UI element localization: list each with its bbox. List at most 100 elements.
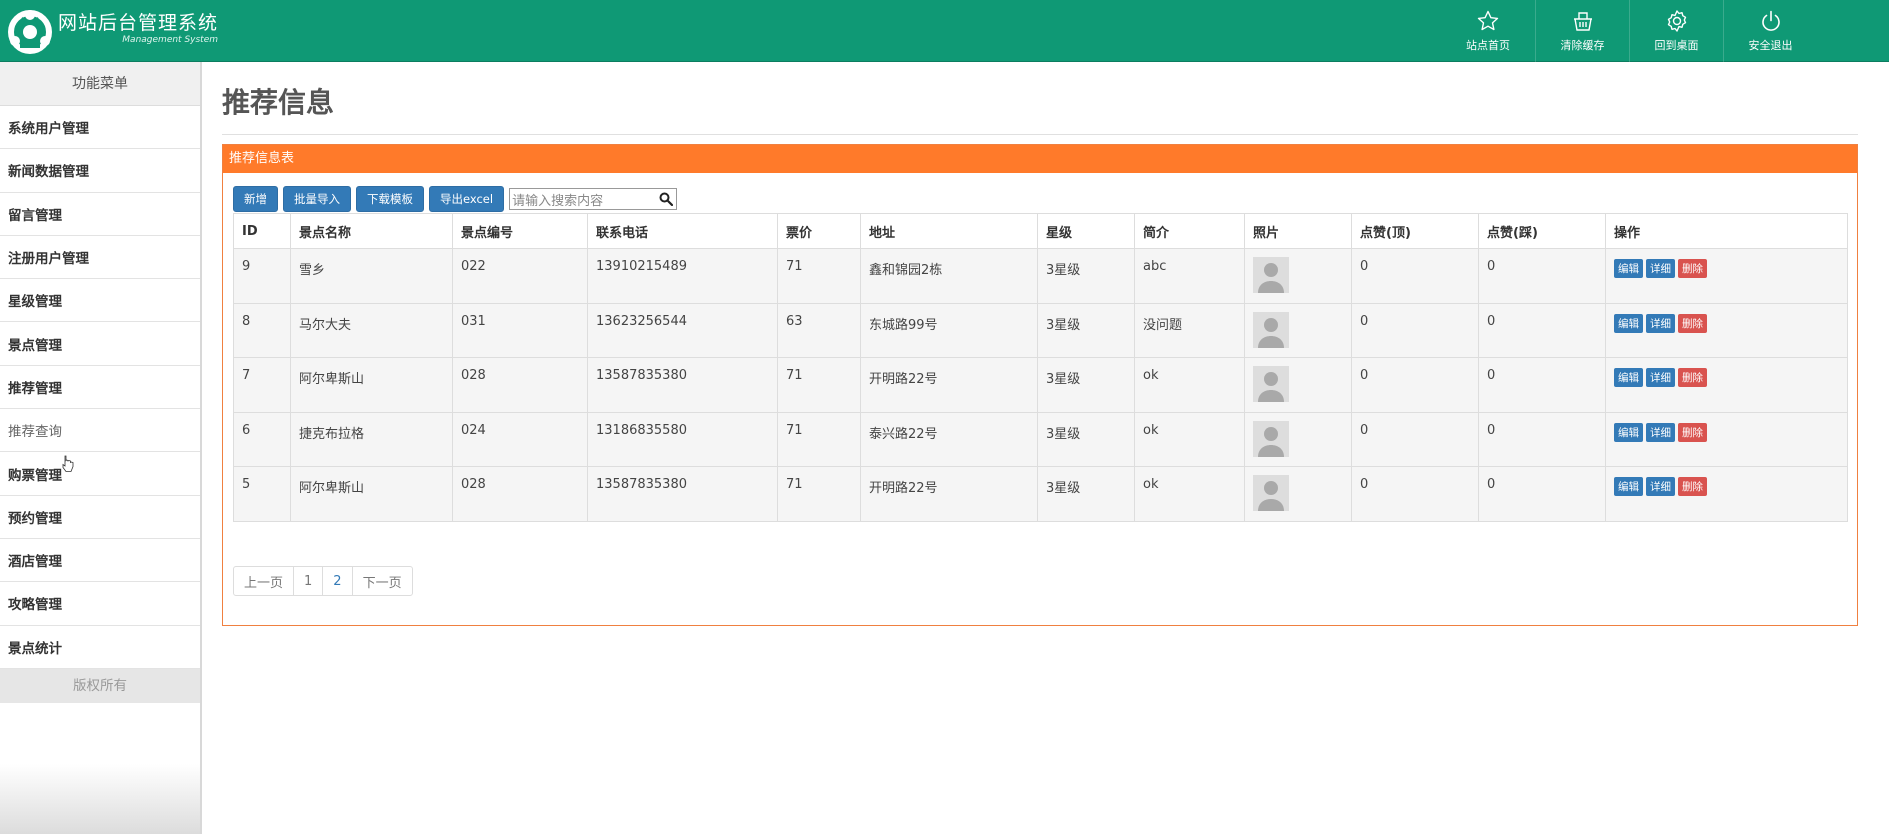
detail-button[interactable]: 详细: [1646, 259, 1675, 278]
cell-actions: 编辑 详细 删除: [1605, 411, 1848, 467]
detail-button[interactable]: 详细: [1646, 477, 1675, 496]
cell-photo: [1244, 248, 1352, 304]
cell-code: 028: [452, 357, 588, 413]
delete-button[interactable]: 删除: [1678, 368, 1707, 387]
cell-intro: ok: [1134, 466, 1245, 522]
cell-dislikes: 0: [1478, 302, 1606, 358]
sidebar-item-guides[interactable]: 攻略管理: [0, 582, 200, 626]
column-header[interactable]: 点赞(顶): [1351, 213, 1479, 249]
logout-button[interactable]: 安全退出: [1723, 0, 1817, 62]
column-header[interactable]: 票价: [777, 213, 861, 249]
export-excel-button[interactable]: 导出excel: [429, 186, 505, 212]
cell-phone: 13910215489: [587, 248, 778, 304]
cell-name: 阿尔卑斯山: [290, 357, 453, 413]
back-to-desktop-label: 回到桌面: [1654, 39, 1699, 52]
sidebar-item-reservations[interactable]: 预约管理: [0, 496, 200, 539]
site-home-label: 站点首页: [1466, 39, 1510, 52]
column-header[interactable]: 联系电话: [587, 213, 778, 249]
cell-address: 开明路22号: [860, 357, 1038, 413]
sidebar-item-tickets[interactable]: 购票管理: [0, 452, 200, 496]
cell-actions: 编辑 详细 删除: [1605, 466, 1848, 522]
delete-button[interactable]: 删除: [1678, 259, 1707, 278]
batch-import-button[interactable]: 批量导入: [283, 186, 351, 212]
star-icon: [1477, 10, 1499, 31]
photo-placeholder-icon[interactable]: [1253, 475, 1289, 511]
column-header[interactable]: 照片: [1244, 213, 1352, 249]
search-icon[interactable]: [659, 192, 674, 206]
app-subtitle: Management System: [122, 35, 219, 45]
sidebar-item-registered-users[interactable]: 注册用户管理: [0, 236, 200, 280]
cell-star: 3星级: [1037, 411, 1135, 467]
column-header[interactable]: 地址: [860, 213, 1038, 249]
sidebar-item-news[interactable]: 新闻数据管理: [0, 149, 200, 193]
edit-button[interactable]: 编辑: [1614, 368, 1643, 387]
cell-star: 3星级: [1037, 466, 1135, 522]
photo-placeholder-icon[interactable]: [1253, 366, 1289, 402]
cell-code: 022: [452, 248, 588, 304]
download-template-button[interactable]: 下载模板: [356, 186, 424, 212]
detail-button[interactable]: 详细: [1646, 368, 1675, 387]
cell-phone: 13186835580: [587, 411, 778, 467]
table-row: 5 阿尔卑斯山 028 13587835380 71 开明路22号 3星级 ok…: [233, 466, 1848, 522]
cell-price: 71: [777, 466, 861, 522]
edit-button[interactable]: 编辑: [1614, 422, 1643, 442]
sidebar-item-recommendations[interactable]: 推荐管理: [0, 366, 200, 410]
photo-placeholder-icon[interactable]: [1253, 257, 1289, 293]
column-header[interactable]: 简介: [1134, 213, 1245, 249]
cell-intro: abc: [1134, 248, 1245, 304]
cell-id: 8: [233, 302, 291, 358]
delete-button[interactable]: 删除: [1678, 422, 1707, 442]
table-header-row: ID 景点名称 景点编号 联系电话 票价 地址 星级 简介 照片 点赞(顶) 点…: [233, 213, 1848, 249]
edit-button[interactable]: 编辑: [1614, 313, 1643, 333]
cell-price: 71: [777, 411, 861, 467]
sidebar-item-hotels[interactable]: 酒店管理: [0, 539, 200, 583]
logo-icon: [8, 10, 52, 54]
table-row: 8 马尔大夫 031 13623256544 63 东城路99号 3星级 没问题…: [233, 302, 1848, 358]
detail-button[interactable]: 详细: [1646, 313, 1675, 333]
cell-dislikes: 0: [1478, 357, 1606, 413]
sidebar-item-star-levels[interactable]: 星级管理: [0, 279, 200, 323]
column-header: 操作: [1605, 213, 1848, 249]
cell-price: 71: [777, 248, 861, 304]
search-input[interactable]: 请输入搜索内容: [512, 190, 603, 209]
cell-address: 开明路22号: [860, 466, 1038, 522]
cell-actions: 编辑 详细 删除: [1605, 302, 1848, 358]
sidebar-item-system-users[interactable]: 系统用户管理: [0, 106, 200, 150]
site-home-button[interactable]: 站点首页: [1441, 0, 1535, 62]
sidebar-item-scenic-spots[interactable]: 景点管理: [0, 322, 200, 366]
cell-name: 马尔大夫: [290, 302, 453, 358]
detail-button[interactable]: 详细: [1646, 422, 1675, 442]
sidebar-item-messages[interactable]: 留言管理: [0, 193, 200, 236]
delete-button[interactable]: 删除: [1678, 313, 1707, 333]
sidebar-footer: 版权所有: [0, 668, 200, 703]
cell-id: 7: [233, 357, 291, 413]
sidebar-item-statistics[interactable]: 景点统计: [0, 626, 200, 669]
column-header[interactable]: 景点编号: [452, 213, 588, 249]
search-box[interactable]: 请输入搜索内容: [509, 188, 678, 210]
clear-cache-button[interactable]: 清除缓存: [1535, 0, 1629, 62]
mouse-cursor-icon: [62, 455, 74, 472]
edit-button[interactable]: 编辑: [1614, 477, 1643, 496]
cell-likes: 0: [1351, 248, 1479, 304]
column-header[interactable]: 景点名称: [290, 213, 453, 249]
page-2-button[interactable]: 2: [322, 567, 351, 595]
delete-button[interactable]: 删除: [1678, 477, 1707, 496]
column-header[interactable]: 星级: [1037, 213, 1135, 249]
power-icon: [1761, 10, 1780, 31]
page-1-button[interactable]: 1: [293, 567, 322, 595]
cell-price: 63: [777, 302, 861, 358]
next-page-button[interactable]: 下一页: [351, 567, 412, 595]
row-actions: 编辑 详细 删除: [1614, 368, 1847, 387]
cell-intro: ok: [1134, 411, 1245, 467]
column-header[interactable]: ID: [233, 213, 291, 249]
back-to-desktop-button[interactable]: 回到桌面: [1629, 0, 1723, 62]
column-header[interactable]: 点赞(踩): [1478, 213, 1606, 249]
prev-page-button[interactable]: 上一页: [234, 567, 293, 595]
cell-dislikes: 0: [1478, 411, 1606, 467]
edit-button[interactable]: 编辑: [1614, 259, 1643, 278]
basket-icon: [1573, 12, 1592, 31]
sidebar-item-recommendation-query[interactable]: 推荐查询: [0, 409, 200, 453]
photo-placeholder-icon[interactable]: [1253, 311, 1289, 348]
add-button[interactable]: 新增: [233, 186, 278, 212]
photo-placeholder-icon[interactable]: [1253, 420, 1289, 457]
